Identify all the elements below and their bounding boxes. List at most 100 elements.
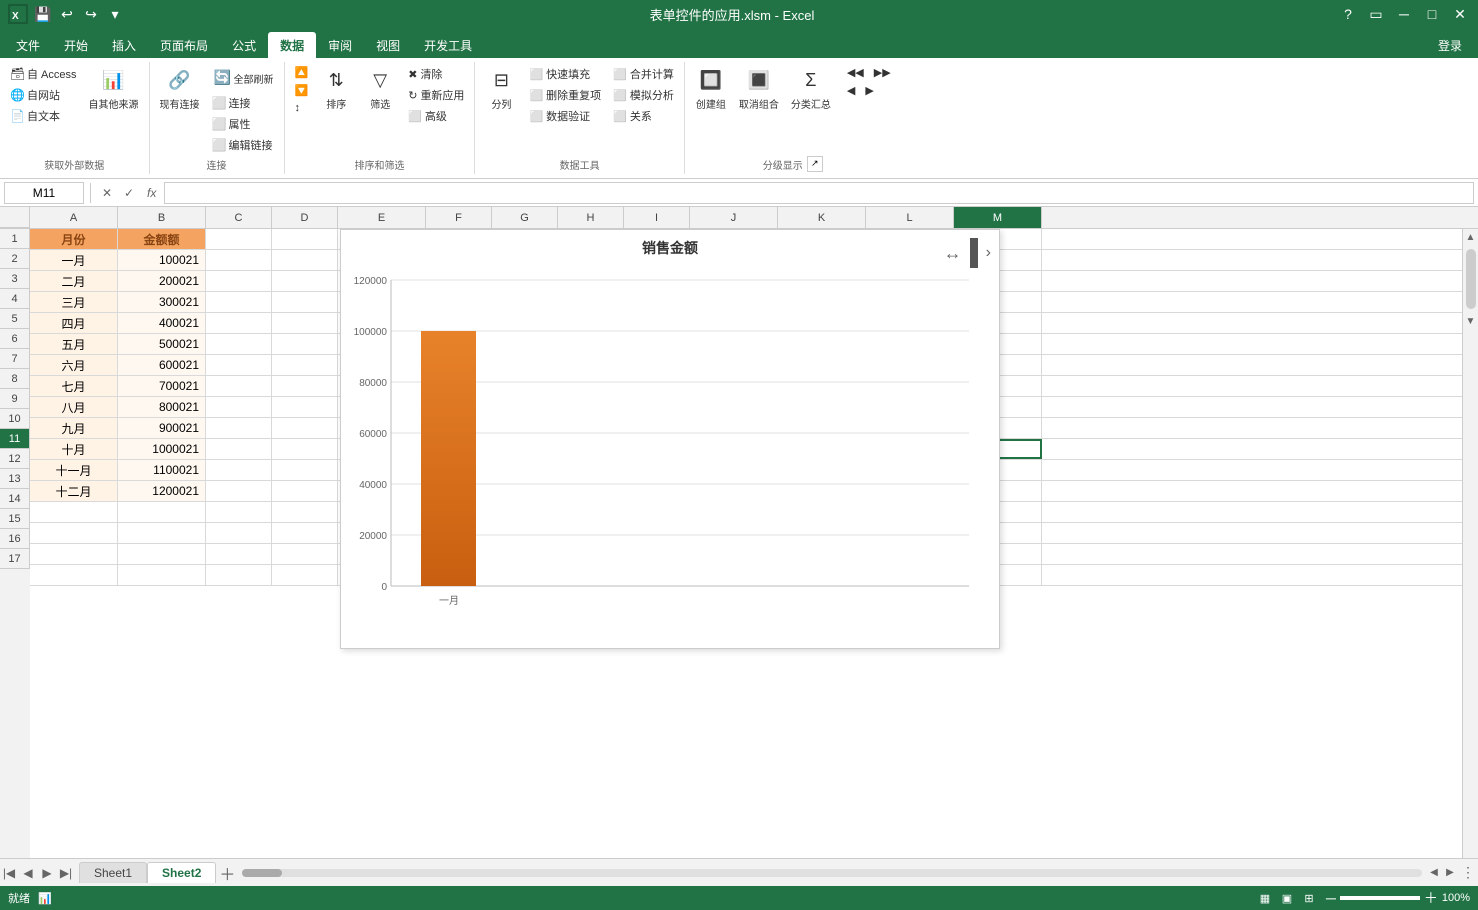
btn-removedup[interactable]: ⬜ 删除重复项: [525, 85, 605, 105]
cell-C4[interactable]: [206, 292, 272, 312]
zoom-in-btn[interactable]: ＋: [1424, 888, 1438, 908]
cell-A14[interactable]: [30, 502, 118, 522]
btn-outline-expand-right[interactable]: ▶▶: [870, 64, 895, 81]
sheet-tab-sheet1[interactable]: Sheet1: [79, 862, 147, 883]
cell-D8[interactable]: [272, 376, 338, 396]
col-header-A[interactable]: A: [30, 207, 118, 228]
row-header-3[interactable]: 3: [0, 269, 30, 289]
btn-sort-desc[interactable]: 🔽: [291, 82, 313, 99]
btn-ungroup[interactable]: 🔳 取消组合: [735, 64, 783, 113]
cell-A5[interactable]: 四月: [30, 313, 118, 333]
row-header-8[interactable]: 8: [0, 369, 30, 389]
sheet-nav-prev-btn[interactable]: ◀: [19, 864, 37, 882]
cell-A10[interactable]: 九月: [30, 418, 118, 438]
btn-group[interactable]: 🔲 创建组: [691, 64, 731, 113]
zoom-out-btn[interactable]: ─: [1326, 890, 1336, 906]
cell-B6[interactable]: 500021: [118, 334, 206, 354]
cell-D10[interactable]: [272, 418, 338, 438]
ribbon-display-btn[interactable]: ▭: [1366, 4, 1386, 24]
cell-C13[interactable]: [206, 481, 272, 501]
tab-file[interactable]: 文件: [4, 32, 52, 58]
tab-review[interactable]: 审阅: [316, 32, 364, 58]
btn-advanced[interactable]: ⬜ 高级: [404, 106, 468, 126]
cell-D11[interactable]: [272, 439, 338, 459]
col-header-G[interactable]: G: [492, 207, 558, 228]
col-header-K[interactable]: K: [778, 207, 866, 228]
btn-props[interactable]: ⬜ 属性: [208, 114, 278, 134]
cell-D9[interactable]: [272, 397, 338, 417]
cell-D14[interactable]: [272, 502, 338, 522]
col-header-F[interactable]: F: [426, 207, 492, 228]
tab-account[interactable]: 登录: [1426, 32, 1474, 58]
row-header-9[interactable]: 9: [0, 389, 30, 409]
page-layout-view-btn[interactable]: ▣: [1278, 889, 1296, 907]
btn-outline-expand-left[interactable]: ◀◀: [843, 64, 868, 81]
row-header-5[interactable]: 5: [0, 309, 30, 329]
btn-quickfill[interactable]: ⬜ 快速填充: [525, 64, 605, 84]
chart-scroll-handle[interactable]: [970, 238, 978, 268]
row-header-14[interactable]: 14: [0, 489, 30, 509]
btn-sort-za[interactable]: ↕: [291, 100, 313, 116]
sheet-tab-sheet2[interactable]: Sheet2: [147, 862, 216, 883]
col-header-H[interactable]: H: [558, 207, 624, 228]
tab-formulas[interactable]: 公式: [220, 32, 268, 58]
sheet-nav-first-btn[interactable]: |◀: [0, 864, 18, 882]
undo-quick-btn[interactable]: ↩: [56, 3, 78, 25]
tab-home[interactable]: 开始: [52, 32, 100, 58]
row-header-15[interactable]: 15: [0, 509, 30, 529]
row-header-4[interactable]: 4: [0, 289, 30, 309]
cell-B13[interactable]: 1200021: [118, 481, 206, 501]
cell-D4[interactable]: [272, 292, 338, 312]
btn-split[interactable]: ⊟ 分列: [481, 64, 521, 113]
btn-filter[interactable]: ▽ 筛选: [360, 64, 400, 113]
vertical-scrollbar[interactable]: ▲ ▼: [1462, 229, 1478, 858]
cell-C8[interactable]: [206, 376, 272, 396]
row-header-2[interactable]: 2: [0, 249, 30, 269]
hscroll-thumb[interactable]: [242, 869, 282, 877]
cell-D7[interactable]: [272, 355, 338, 375]
chart-container[interactable]: 销售金额 ↔ › 120000 100000: [340, 229, 1000, 649]
page-break-view-btn[interactable]: ⊞: [1300, 889, 1318, 907]
vscroll-up-btn[interactable]: ▲: [1463, 229, 1478, 245]
col-header-E[interactable]: E: [338, 207, 426, 228]
btn-access[interactable]: 🗃 自 Access: [6, 64, 81, 84]
col-header-C[interactable]: C: [206, 207, 272, 228]
cell-B3[interactable]: 200021: [118, 271, 206, 291]
cell-A11[interactable]: 十月: [30, 439, 118, 459]
hscroll-right-btn[interactable]: ▶: [1442, 865, 1458, 881]
cell-C11[interactable]: [206, 439, 272, 459]
cell-B14[interactable]: [118, 502, 206, 522]
tab-insert[interactable]: 插入: [100, 32, 148, 58]
row-header-1[interactable]: 1: [0, 229, 30, 249]
btn-relationship[interactable]: ⬜ 关系: [609, 106, 678, 126]
tab-data[interactable]: 数据: [268, 32, 316, 58]
minimize-btn[interactable]: ─: [1394, 4, 1414, 24]
cell-A2[interactable]: 一月: [30, 250, 118, 270]
btn-subtotal[interactable]: Σ 分类汇总: [787, 64, 835, 113]
normal-view-btn[interactable]: ▦: [1256, 889, 1274, 907]
cell-A1[interactable]: 月份: [30, 229, 118, 249]
tab-pagelayout[interactable]: 页面布局: [148, 32, 220, 58]
zoom-slider[interactable]: [1340, 896, 1420, 900]
cell-C14[interactable]: [206, 502, 272, 522]
row-header-11[interactable]: 11: [0, 429, 30, 449]
cell-B4[interactable]: 300021: [118, 292, 206, 312]
tab-context-menu-btn[interactable]: ⋮: [1458, 863, 1478, 883]
cell-C10[interactable]: [206, 418, 272, 438]
cell-B11[interactable]: 1000021: [118, 439, 206, 459]
cell-C2[interactable]: [206, 250, 272, 270]
btn-editlinks[interactable]: ⬜ 编辑链接: [208, 135, 278, 155]
cell-D13[interactable]: [272, 481, 338, 501]
cell-B1[interactable]: 金额额: [118, 229, 206, 249]
maximize-btn[interactable]: □: [1422, 4, 1442, 24]
btn-reapply[interactable]: ↻ 重新应用: [404, 85, 468, 105]
row-header-12[interactable]: 12: [0, 449, 30, 469]
btn-outline-collapse-left[interactable]: ◀: [843, 82, 859, 99]
sheet-nav-next-btn[interactable]: ▶: [38, 864, 56, 882]
col-header-I[interactable]: I: [624, 207, 690, 228]
cell-D2[interactable]: [272, 250, 338, 270]
btn-sort[interactable]: ⇅ 排序: [316, 64, 356, 113]
cell-reference-box[interactable]: M11: [4, 182, 84, 204]
cell-D3[interactable]: [272, 271, 338, 291]
cell-A8[interactable]: 七月: [30, 376, 118, 396]
